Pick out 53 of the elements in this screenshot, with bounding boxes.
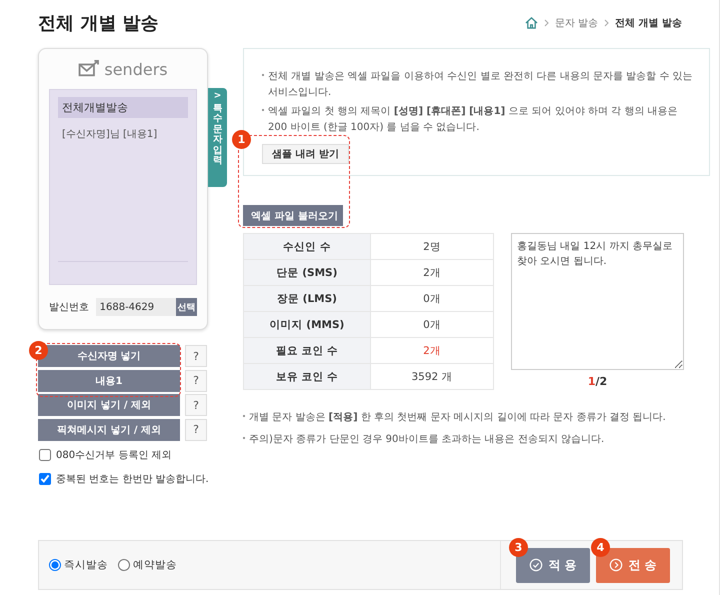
insert-button[interactable]: 이미지 넣기 / 제외 (38, 394, 180, 416)
excel-load-button[interactable]: 엑셀 파일 불러오기 (243, 205, 343, 226)
table-cell: 2개 (370, 338, 494, 364)
help-button[interactable]: ? (185, 394, 207, 416)
info-text: 엑셀 파일의 첫 행의 제목이 [성명] [휴대폰] [내용1] 으로 되어 있어야 하며 각 행의 내용은 200 바이트 (한글 100자) 를 넘을 수 없습니다. (262, 104, 699, 136)
option-label: 중복된 번호는 한번만 발송합니다. (56, 472, 209, 486)
page-counter: 1/2 (588, 375, 608, 388)
info-text: 전체 개별 발송은 엑셀 파일을 이용하여 수신인 별로 완전히 다른 내용의 문자를 발송할 수 있는 서비스입니다. (262, 69, 699, 101)
radio-button[interactable] (49, 559, 61, 571)
table-cell: 0개 (370, 312, 494, 338)
envelope-icon (78, 60, 100, 78)
sender-label: 발신번호 (49, 301, 90, 314)
radio-label: 예약발송 (133, 558, 177, 572)
table-cell: 장문 (LMS) (244, 286, 370, 312)
table-cell: 0개 (370, 286, 494, 312)
chevron-icon (604, 19, 610, 27)
page-title: 전체 개별 발송 (38, 12, 159, 35)
note-text: 주의)문자 종류가 단문인 경우 90바이트를 초과하는 내용은 전송되지 않습니다. (243, 432, 710, 448)
table-cell: 필요 코인 수 (244, 338, 370, 364)
breadcrumb-link[interactable]: 문자 발송 (554, 16, 598, 30)
checkbox[interactable] (39, 448, 51, 460)
insert-button[interactable]: 픽쳐메시지 넣기 / 제외 (38, 418, 180, 440)
radio-label: 즉시발송 (64, 558, 108, 572)
note-text: 개별 문자 발송은 [적용] 한 후의 첫번째 문자 메시지의 길이에 따라 문자 종류가 결정 됩니다. (243, 410, 710, 426)
radio-button[interactable] (118, 559, 130, 571)
chevron-circle-icon (609, 558, 624, 572)
insert-button[interactable]: 내용1 (38, 370, 180, 392)
chevron-icon (544, 19, 549, 27)
home-icon[interactable] (524, 17, 538, 29)
sender-number-field[interactable]: 1688-4629 (96, 298, 176, 316)
table-cell: 3592 개 (370, 364, 494, 390)
message-item[interactable]: 전체개별발송 (58, 97, 188, 118)
checkbox[interactable] (39, 472, 51, 484)
table-cell: 2명 (370, 234, 494, 260)
help-button[interactable]: ? (185, 370, 207, 392)
table-cell: 2개 (370, 260, 494, 286)
help-button[interactable]: ? (185, 345, 207, 367)
special-char-tab[interactable]: > 특수문자 입력 (208, 88, 227, 187)
table-cell: 보유 코인 수 (244, 364, 370, 390)
message-item[interactable]: [수신자명]님 [내용1] (58, 124, 188, 144)
brand-name: senders (104, 60, 168, 78)
message-preview-field[interactable]: 홍길동님 내일 12시 까지 총무실로 찾아 오시면 됩니다. (511, 233, 684, 370)
annotation-badge: 1 (232, 130, 251, 149)
table-cell: 단문 (SMS) (244, 260, 370, 286)
help-button[interactable]: ? (185, 418, 207, 440)
check-circle-icon (529, 558, 544, 572)
option-label: 080수신거부 등록인 제외 (56, 448, 172, 462)
table-cell: 수신인 수 (244, 234, 370, 260)
table-cell: 이미지 (MMS) (244, 312, 370, 338)
select-button[interactable]: 선택 (176, 298, 197, 316)
breadcrumb-link[interactable]: 전체 개별 발송 (615, 16, 682, 30)
annotation-badge: 2 (29, 341, 48, 360)
sample-download-button[interactable]: 샘플 내려 받기 (262, 144, 349, 164)
